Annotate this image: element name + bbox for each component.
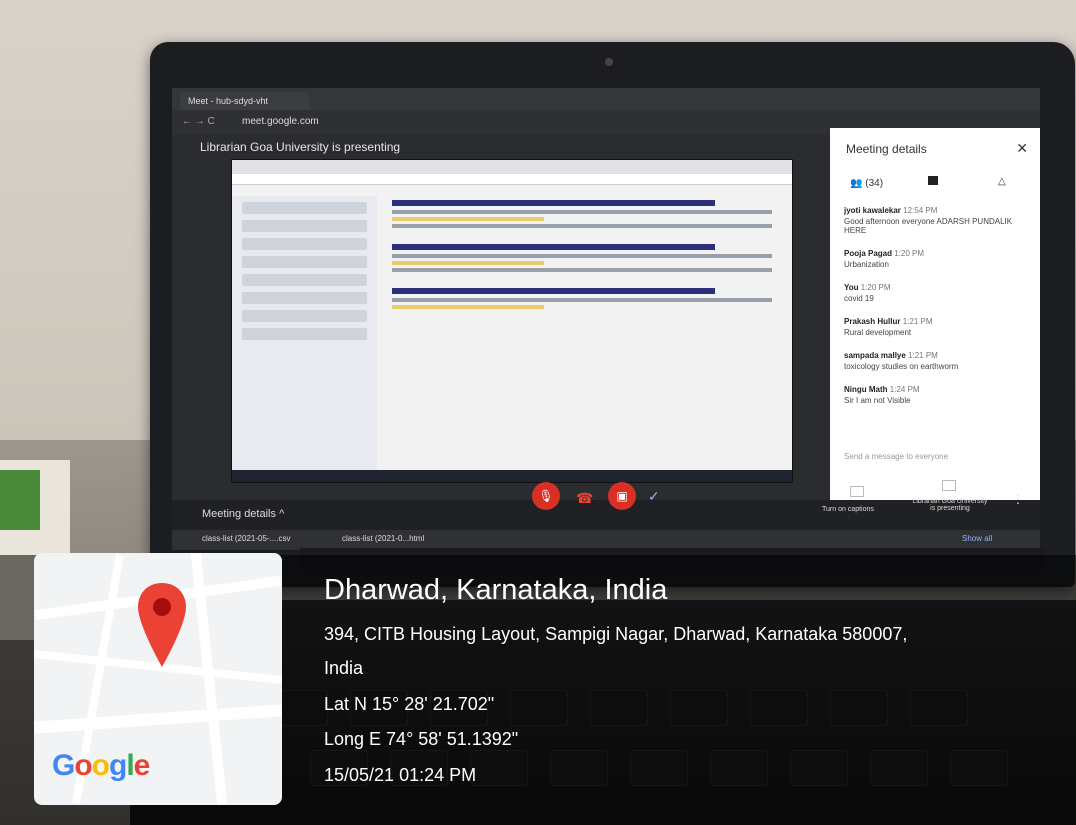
show-all-link[interactable]: Show all: [962, 534, 992, 543]
people-icon: 👥: [850, 178, 863, 189]
google-logo: Google: [52, 749, 150, 782]
msg-text: Good afternoon everyone ADARSH PUNDALIK …: [844, 217, 1013, 235]
presenting-banner: Librarian Goa University is presenting: [200, 140, 401, 154]
chat-messages: jyoti kawalekar 12:54 PM Good afternoon …: [844, 206, 1029, 419]
result-line: [392, 254, 772, 258]
panel-title: Meeting details: [846, 142, 927, 156]
location-city: Dharwad, Karnataka, India: [324, 574, 668, 606]
shared-results: [392, 200, 772, 325]
downloads-bar: class-list (2021-05-....csv class-list (…: [172, 530, 1040, 550]
chat-message: jyoti kawalekar 12:54 PM Good afternoon …: [844, 206, 1029, 235]
book-cover: [0, 470, 40, 530]
result-line: [392, 224, 772, 228]
address-bar-url: meet.google.com: [242, 116, 319, 127]
msg-text: Rural development: [844, 328, 912, 337]
shared-filter-sidebar: [232, 196, 377, 482]
camera-off-button[interactable]: ▣: [608, 482, 636, 510]
download-item[interactable]: class-list (2021-0...html: [342, 534, 424, 543]
map-road: [34, 704, 282, 734]
chat-message: Pooja Pagad 1:20 PM Urbanization: [844, 249, 1029, 269]
nav-arrows-icon[interactable]: ← → C: [182, 116, 215, 127]
captions-button[interactable]: Turn on captions: [822, 506, 874, 513]
presenter-label: Librarian Goa University is presenting: [912, 498, 988, 512]
result-title: [392, 244, 715, 250]
meeting-details-button[interactable]: Meeting details ^: [202, 508, 284, 520]
result-item: [392, 200, 772, 228]
result-line: [392, 268, 772, 272]
chevron-up-icon: ^: [279, 508, 285, 520]
shared-tabstrip: [232, 160, 792, 174]
msg-sender: Prakash Hullur: [844, 317, 901, 326]
location-address-line1: 394, CITB Housing Layout, Sampigi Nagar,…: [324, 624, 908, 644]
result-line: [392, 210, 772, 214]
msg-time: 1:20 PM: [894, 249, 925, 258]
msg-time: 1:20 PM: [860, 283, 891, 292]
shared-screen: [232, 160, 792, 482]
mic-off-button[interactable]: 🎙: [532, 482, 560, 510]
browser-tabstrip: Meet - hub-sdyd-vht: [172, 88, 1040, 110]
laptop-screen: Meet - hub-sdyd-vht meet.google.com ← → …: [172, 88, 1040, 550]
webcam: [605, 58, 613, 66]
mic-off-icon: 🎙: [538, 489, 554, 503]
msg-time: 12:54 PM: [903, 206, 938, 215]
captions-icon[interactable]: [850, 486, 864, 497]
result-highlight: [392, 261, 544, 265]
msg-text: Urbanization: [844, 260, 889, 269]
location-pin-icon: [138, 583, 186, 667]
more-options-icon[interactable]: ⋮: [1012, 492, 1024, 506]
msg-sender: sampada mallye: [844, 351, 906, 360]
msg-sender: Ningu Math: [844, 385, 888, 394]
result-highlight: [392, 305, 544, 309]
meeting-details-panel: Meeting details ✕ 👥 (34) △ jyoti kawalek…: [830, 128, 1040, 500]
result-title: [392, 288, 715, 294]
browser-tab[interactable]: Meet - hub-sdyd-vht: [180, 92, 310, 110]
result-item: [392, 244, 772, 272]
location-address-line2: India: [324, 658, 364, 678]
shared-address-bar: [232, 174, 792, 185]
activities-icon[interactable]: △: [998, 176, 1006, 187]
download-item[interactable]: class-list (2021-05-....csv: [202, 534, 290, 543]
location-latitude: Lat N 15° 28' 21.702": [324, 694, 495, 714]
msg-sender: jyoti kawalekar: [844, 206, 901, 215]
msg-time: 1:24 PM: [889, 385, 920, 394]
chat-message: Ningu Math 1:24 PM Sir I am not Visible: [844, 385, 1029, 405]
chat-input[interactable]: Send a message to everyone: [844, 452, 948, 461]
filter-item: [242, 220, 367, 232]
location-longitude: Long E 74° 58' 51.1392": [324, 729, 519, 749]
msg-text: Sir I am not Visible: [844, 396, 911, 405]
filter-item: [242, 328, 367, 340]
filter-item: [242, 310, 367, 322]
chat-message: sampada mallye 1:21 PM toxicology studie…: [844, 351, 1029, 371]
msg-sender: Pooja Pagad: [844, 249, 893, 258]
hang-up-icon[interactable]: ☎: [576, 490, 593, 507]
msg-sender: You: [844, 283, 859, 292]
result-line: [392, 298, 772, 302]
chat-icon[interactable]: [928, 176, 938, 185]
location-datetime: 15/05/21 01:24 PM: [324, 765, 477, 785]
result-item: [392, 288, 772, 309]
result-highlight: [392, 217, 544, 221]
msg-time: 1:21 PM: [908, 351, 938, 360]
camera-off-icon: ▣: [616, 489, 628, 503]
filter-item: [242, 202, 367, 214]
msg-time: 1:21 PM: [902, 317, 933, 326]
shared-taskbar: [232, 470, 792, 482]
meeting-details-label: Meeting details: [202, 508, 276, 520]
chat-message: Prakash Hullur 1:21 PM Rural development: [844, 317, 1029, 337]
filter-item: [242, 238, 367, 250]
filter-item: [242, 274, 367, 286]
msg-text: toxicology studies on earthworm: [844, 362, 959, 371]
close-icon[interactable]: ✕: [1016, 140, 1028, 157]
msg-text: covid 19: [844, 294, 874, 303]
people-tab[interactable]: 👥 (34): [850, 178, 883, 189]
location-map: Google: [34, 553, 282, 805]
filter-item: [242, 292, 367, 304]
filter-item: [242, 256, 367, 268]
people-count: (34): [865, 178, 884, 189]
result-title: [392, 200, 715, 206]
chat-message: You 1:20 PM covid 19: [844, 283, 1029, 303]
check-icon[interactable]: ✓: [648, 488, 660, 505]
present-icon[interactable]: [942, 480, 956, 491]
